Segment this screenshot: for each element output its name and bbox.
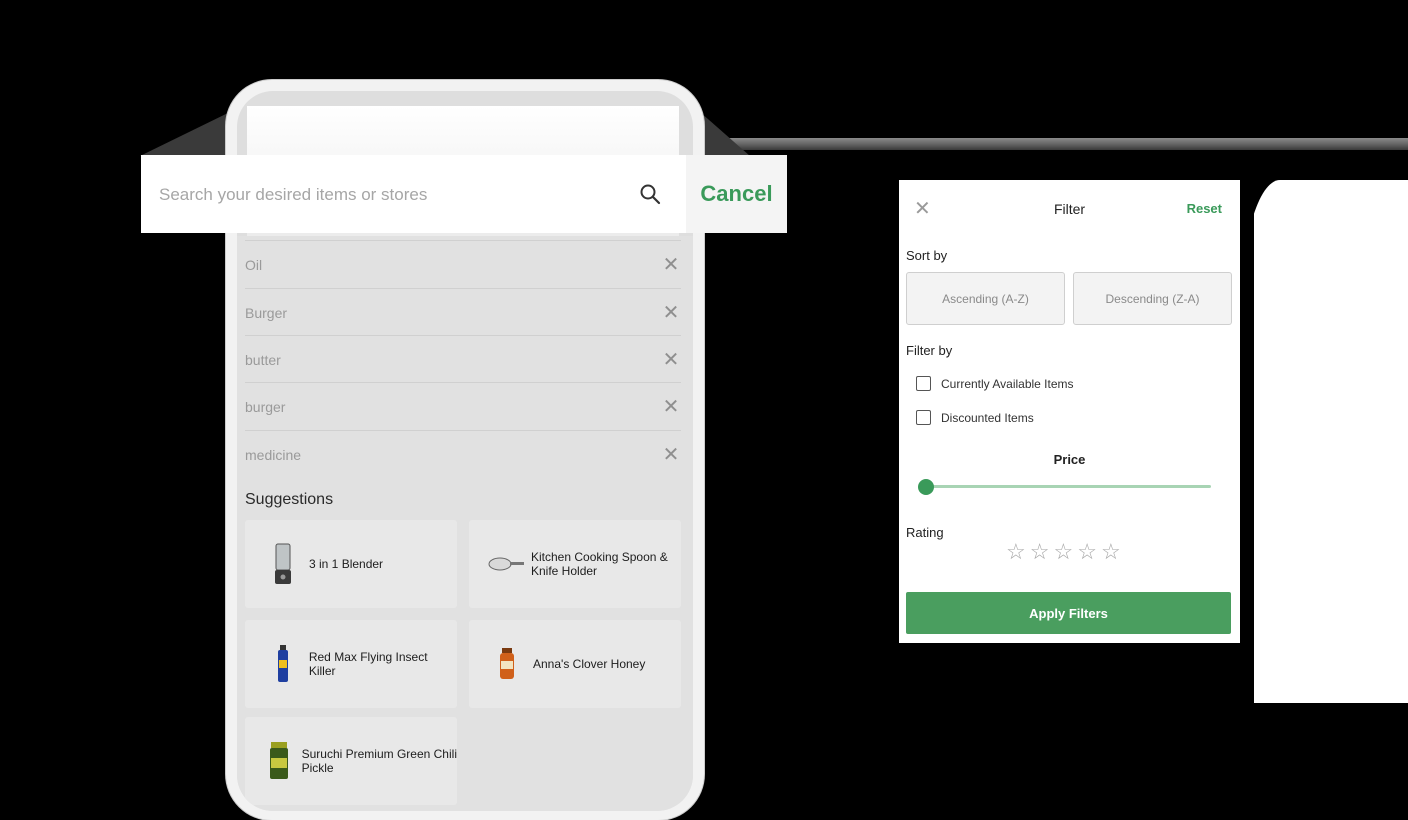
rating-stars: ☆ ☆ ☆ ☆ ☆ (1006, 541, 1121, 563)
remove-history-icon[interactable]: ✕ (661, 303, 681, 323)
suggestion-card[interactable]: 3 in 1 Blender (245, 520, 457, 608)
search-bar: Cancel (141, 155, 787, 233)
discounted-items-checkbox[interactable]: Discounted Items (916, 410, 1034, 425)
rating-label: Rating (906, 525, 944, 540)
background-notch (1240, 180, 1254, 703)
remove-history-icon[interactable]: ✕ (661, 350, 681, 370)
sort-by-label: Sort by (906, 248, 948, 263)
pickle-jar-icon (263, 736, 296, 786)
sort-ascending-button[interactable]: Ascending (A-Z) (906, 272, 1065, 325)
suggestion-name: 3 in 1 Blender (309, 557, 384, 571)
filter-by-label: Filter by (906, 343, 953, 358)
background-panel (1240, 180, 1408, 703)
history-item-label: Oil (245, 256, 263, 273)
history-item-label: medicine (245, 446, 302, 463)
available-items-checkbox[interactable]: Currently Available Items (916, 376, 1074, 391)
checkbox-label: Currently Available Items (941, 376, 1074, 391)
spoon-holder-icon (487, 539, 525, 589)
checkbox-icon (916, 410, 931, 425)
remove-history-icon[interactable]: ✕ (661, 397, 681, 417)
suggestion-card[interactable]: Kitchen Cooking Spoon & Knife Holder (469, 520, 681, 608)
remove-history-icon[interactable]: ✕ (661, 255, 681, 275)
honey-jar-icon (487, 639, 527, 689)
star-icon[interactable]: ☆ (1077, 541, 1097, 563)
history-item-label: Burger (245, 304, 288, 321)
search-icon[interactable] (638, 182, 662, 206)
history-item[interactable]: Burger ✕ (245, 288, 681, 336)
star-icon[interactable]: ☆ (1030, 541, 1050, 563)
price-slider-handle[interactable] (918, 479, 934, 495)
history-item-label: burger (245, 398, 286, 415)
suggestion-name: Anna's Clover Honey (533, 657, 646, 671)
shadow-wing-right (700, 112, 750, 156)
apply-filters-button[interactable]: Apply Filters (906, 592, 1231, 634)
filter-panel: ✕ Filter Reset Sort by Ascending (A-Z) D… (899, 180, 1240, 643)
suggestion-name: Kitchen Cooking Spoon & Knife Holder (531, 550, 668, 578)
suggestion-card[interactable]: Red Max Flying Insect Killer (245, 620, 457, 708)
sort-descending-button[interactable]: Descending (Z-A) (1073, 272, 1232, 325)
blender-icon (263, 539, 303, 589)
checkbox-icon (916, 376, 931, 391)
checkbox-label: Discounted Items (941, 410, 1034, 425)
history-item[interactable]: Oil ✕ (245, 240, 681, 288)
suggestion-name: Red Max Flying Insect Killer (308, 650, 428, 678)
reset-button[interactable]: Reset (1187, 201, 1222, 216)
price-slider-track[interactable] (926, 485, 1211, 488)
star-icon[interactable]: ☆ (1006, 541, 1026, 563)
insect-spray-icon (263, 639, 303, 689)
history-item[interactable]: burger ✕ (245, 382, 681, 430)
history-item[interactable]: butter ✕ (245, 335, 681, 383)
suggestion-card[interactable]: Anna's Clover Honey (469, 620, 681, 708)
suggestion-name: Suruchi Premium Green Chili Pickle (301, 747, 457, 775)
star-icon[interactable]: ☆ (1053, 541, 1073, 563)
remove-history-icon[interactable]: ✕ (661, 445, 681, 465)
cancel-button[interactable]: Cancel (686, 155, 787, 233)
suggestions-title: Suggestions (245, 491, 334, 508)
search-input[interactable] (157, 179, 631, 211)
shadow-wing-left (140, 112, 230, 156)
search-results-panel: Oil ✕ Burger ✕ butter ✕ burger ✕ medicin… (237, 236, 693, 811)
history-item-label: butter (245, 351, 281, 368)
history-item[interactable]: medicine ✕ (245, 430, 681, 478)
price-label: Price (1053, 452, 1086, 467)
star-icon[interactable]: ☆ (1101, 541, 1121, 563)
background-bar (700, 138, 1408, 150)
